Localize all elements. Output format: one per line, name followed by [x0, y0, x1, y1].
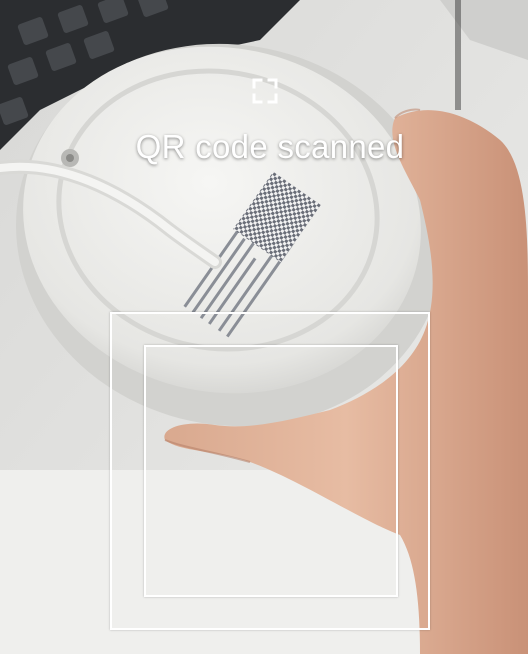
scan-frame-icon	[252, 78, 278, 104]
detected-code-frame	[144, 345, 398, 597]
scan-status-text: QR code scanned	[135, 128, 405, 165]
qr-scanner-screen: QR code scanned	[0, 0, 528, 654]
